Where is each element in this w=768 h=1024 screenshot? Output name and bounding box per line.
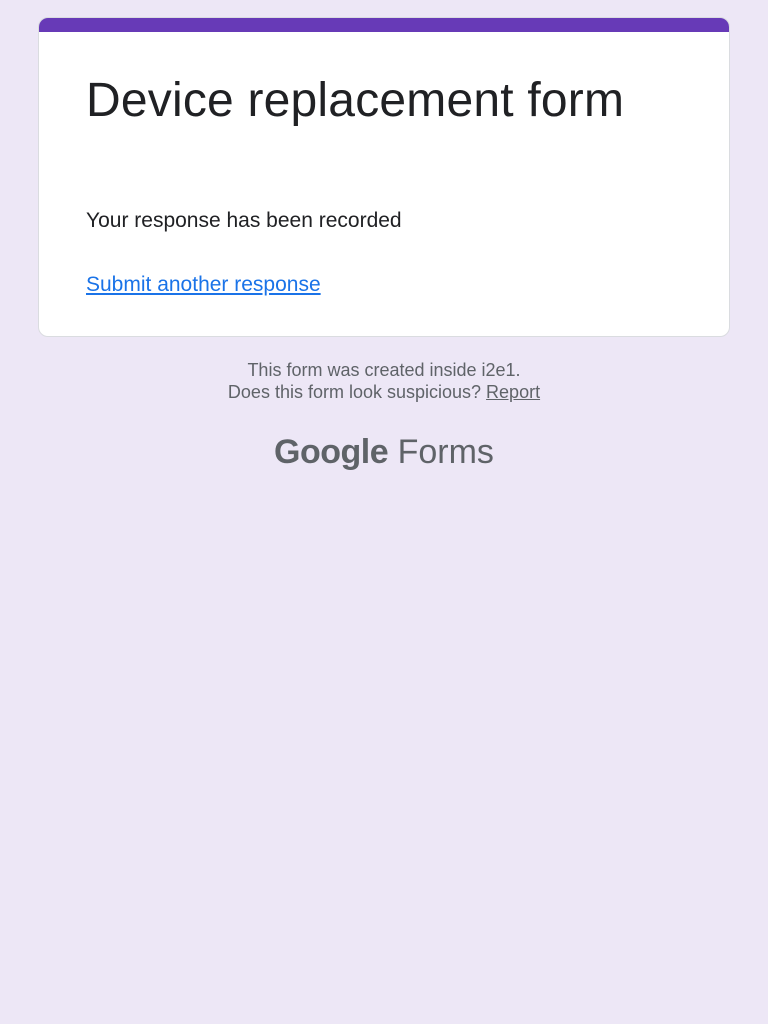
forms-wordmark: Forms <box>397 433 494 471</box>
report-link[interactable]: Report <box>486 382 540 402</box>
suspicious-text: Does this form look suspicious? <box>227 382 482 402</box>
card-accent-bar <box>39 18 729 32</box>
page: Device replacement form Your response ha… <box>0 0 768 1024</box>
created-inside-text: This form was created inside i2e1. <box>247 360 521 380</box>
confirmation-message: Your response has been recorded <box>86 209 402 232</box>
form-title: Device replacement form <box>86 74 625 127</box>
google-wordmark: Google <box>274 433 389 471</box>
confirmation-card: Device replacement form Your response ha… <box>38 17 730 337</box>
submit-another-response-link[interactable]: Submit another response <box>86 272 321 298</box>
suspicious-line: Does this form look suspicious? Report <box>0 381 768 403</box>
form-footer: This form was created inside i2e1. Does … <box>0 359 768 403</box>
google-forms-logo[interactable]: Google Forms <box>0 430 768 474</box>
